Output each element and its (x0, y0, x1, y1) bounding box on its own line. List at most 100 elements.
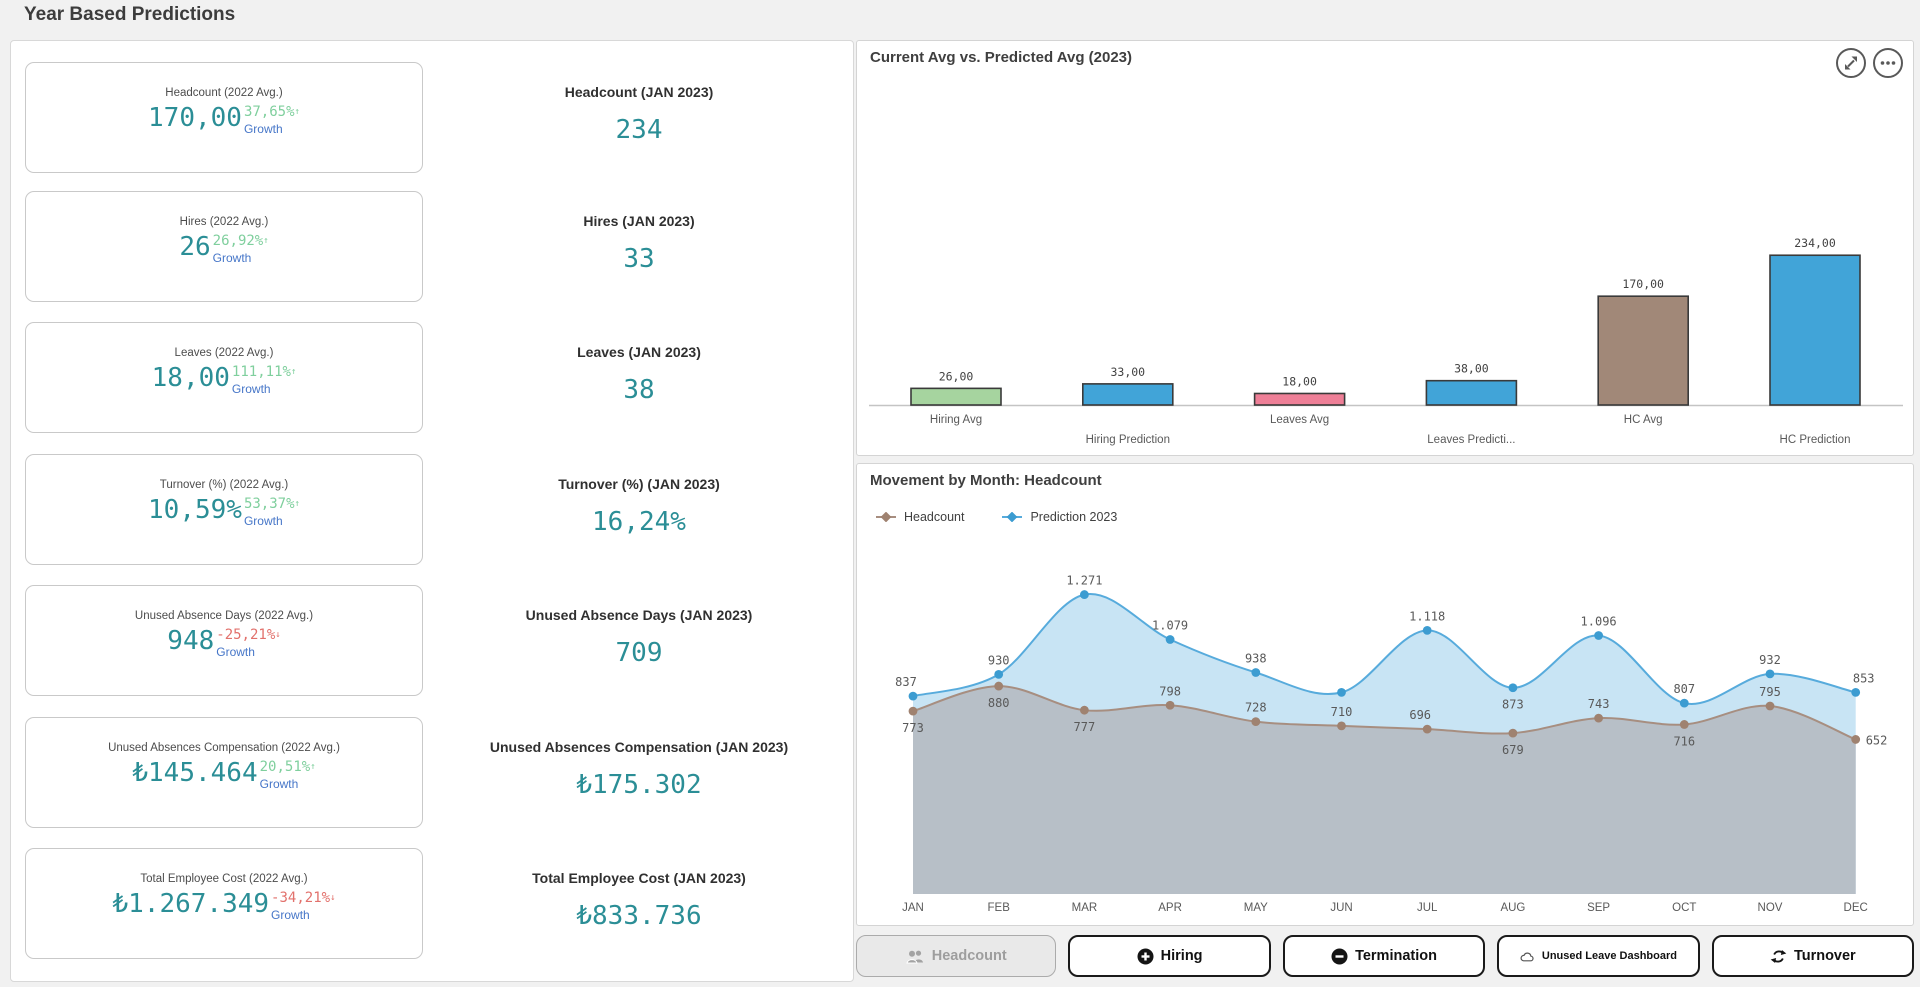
data-point[interactable] (1594, 631, 1603, 640)
data-point[interactable] (1765, 701, 1775, 711)
kpi-avg-label: Total Employee Cost (2022 Avg.) (140, 873, 308, 885)
data-point[interactable] (908, 706, 918, 716)
kpi-avg-label: Leaves (2022 Avg.) (174, 347, 274, 359)
data-point[interactable] (1508, 683, 1518, 693)
hiring-button[interactable]: Hiring (1068, 935, 1271, 977)
kpi-value-row: ₺1.267.349 -34,21%↓ Growth (26, 891, 422, 922)
kpi-growth-pct: 37,65%↑ (243, 104, 300, 120)
data-point[interactable] (908, 691, 918, 701)
data-point[interactable] (1422, 724, 1432, 734)
kpi-growth-pct: 20,51%↑ (259, 759, 316, 775)
kpi-card[interactable]: Turnover (%) (2022 Avg.) 10,59% 53,37%↑ … (25, 454, 423, 565)
data-point[interactable] (1679, 698, 1689, 708)
chart-label: FEB (988, 902, 1011, 914)
kpi-prediction[interactable]: Leaves (JAN 2023) 38 (435, 322, 843, 433)
data-point[interactable] (1165, 700, 1175, 710)
kpi-row: Total Employee Cost (2022 Avg.) ₺1.267.3… (11, 848, 853, 959)
kpi-prediction[interactable]: Headcount (JAN 2023) 234 (435, 62, 843, 173)
kpi-card[interactable]: Unused Absence Days (2022 Avg.) 948 -25,… (25, 585, 423, 696)
kpi-growth: -25,21%↓ Growth (216, 628, 280, 659)
data-point[interactable] (1422, 625, 1432, 635)
chart-label: 777 (1074, 720, 1096, 734)
kpi-pred-value: 38 (623, 375, 655, 405)
data-point[interactable] (1594, 713, 1603, 723)
kpi-pred-value: 234 (615, 115, 663, 145)
kpi-prediction[interactable]: Total Employee Cost (JAN 2023) ₺833.736 (435, 848, 843, 959)
area-chart[interactable]: 837 930 1.271 1.079 938 1.118 873 1.096 807 932 85… (857, 464, 1915, 927)
data-point[interactable] (1080, 705, 1089, 715)
data-point[interactable] (1337, 721, 1346, 731)
bar-hiring-avg[interactable] (910, 387, 1002, 406)
bar-leaves-predicti-[interactable] (1425, 379, 1518, 406)
chart-label: DEC (1844, 902, 1868, 914)
kpi-panel: Headcount (2022 Avg.) 170,00 37,65%↑ Gro… (10, 40, 854, 982)
kpi-prediction[interactable]: Hires (JAN 2023) 33 (435, 191, 843, 302)
bar-hc-avg[interactable] (1597, 295, 1690, 406)
kpi-prediction[interactable]: Unused Absence Days (JAN 2023) 709 (435, 585, 843, 696)
unused-leave-dashboard-button[interactable]: Unused Leave Dashboard (1497, 935, 1700, 977)
kpi-value-row: 170,00 37,65%↑ Growth (26, 105, 422, 136)
kpi-card[interactable]: Leaves (2022 Avg.) 18,00 111,11%↑ Growth (25, 322, 423, 433)
termination-button[interactable]: Termination (1282, 935, 1486, 977)
data-point[interactable] (1165, 635, 1175, 644)
kpi-pred-label: Unused Absence Days (JAN 2023) (525, 607, 753, 623)
data-point[interactable] (1851, 735, 1861, 744)
kpi-pred-value: 33 (623, 244, 655, 274)
chart-label: JUL (1417, 902, 1438, 914)
kpi-avg-value: 18,00 (151, 363, 230, 393)
kpi-card[interactable]: Unused Absences Compensation (2022 Avg.)… (25, 717, 423, 828)
kpi-growth-label: Growth (216, 645, 255, 659)
chart-label: OCT (1672, 902, 1696, 914)
turnover-button[interactable]: Turnover (1711, 935, 1915, 977)
chart-label: MAR (1072, 902, 1098, 914)
data-point[interactable] (1851, 687, 1861, 697)
growth-arrow-icon: ↓ (275, 630, 281, 640)
data-point[interactable] (1080, 590, 1089, 599)
chart-label: 853 (1853, 671, 1875, 685)
chart-label: 798 (1159, 684, 1181, 698)
footer-button-row: Headcount Hiring Termination Unused Leav… (856, 935, 1915, 977)
kpi-value-row: 18,00 111,11%↑ Growth (26, 365, 422, 396)
people-icon (906, 949, 925, 964)
kpi-avg-label: Headcount (2022 Avg.) (165, 87, 283, 99)
kpi-prediction[interactable]: Turnover (%) (JAN 2023) 16,24% (435, 454, 843, 565)
kpi-row: Unused Absences Compensation (2022 Avg.)… (11, 717, 853, 828)
cloud-icon (1520, 951, 1535, 962)
chart-label: JUN (1330, 902, 1352, 914)
kpi-avg-value: 10,59% (148, 495, 242, 525)
kpi-card[interactable]: Headcount (2022 Avg.) 170,00 37,65%↑ Gro… (25, 62, 423, 173)
data-point[interactable] (1765, 669, 1775, 679)
kpi-value-row: 948 -25,21%↓ Growth (26, 628, 422, 659)
data-point[interactable] (1679, 720, 1689, 729)
data-point[interactable] (1251, 668, 1261, 677)
bar-leaves-avg[interactable] (1253, 392, 1346, 406)
chart-label: 716 (1673, 734, 1695, 748)
data-point[interactable] (994, 669, 1004, 679)
chart-label: 873 (1502, 698, 1524, 712)
kpi-avg-value: 170,00 (148, 103, 242, 133)
kpi-growth-label: Growth (271, 908, 310, 922)
kpi-value-row: 26 26,92%↑ Growth (26, 234, 422, 265)
dashboard: Year Based Predictions Headcount (2022 A… (0, 0, 1920, 987)
growth-arrow-icon: ↑ (294, 107, 300, 117)
kpi-prediction[interactable]: Unused Absences Compensation (JAN 2023) … (435, 717, 843, 828)
kpi-avg-label: Hires (2022 Avg.) (179, 216, 269, 228)
kpi-card[interactable]: Hires (2022 Avg.) 26 26,92%↑ Growth (25, 191, 423, 302)
bar-hc-prediction[interactable] (1769, 254, 1861, 406)
kpi-avg-label: Turnover (%) (2022 Avg.) (159, 479, 289, 491)
chart-label: 1.271 (1066, 574, 1102, 588)
footer-button-label: Headcount (931, 948, 1007, 964)
data-point[interactable] (1337, 687, 1346, 697)
kpi-pred-label: Headcount (JAN 2023) (564, 84, 714, 100)
kpi-pred-value: ₺175.302 (576, 770, 702, 800)
data-point[interactable] (1251, 717, 1261, 727)
kpi-card[interactable]: Total Employee Cost (2022 Avg.) ₺1.267.3… (25, 848, 423, 959)
growth-arrow-icon: ↑ (290, 367, 297, 377)
chart-label: 1.118 (1409, 609, 1445, 623)
headcount-button[interactable]: Headcount (856, 935, 1057, 977)
data-point[interactable] (994, 681, 1004, 691)
data-point[interactable] (1508, 728, 1518, 738)
bar-hiring-prediction[interactable] (1082, 383, 1174, 406)
bar-chart[interactable]: 26,00 Hiring Avg 33,00 Hiring Prediction 18,… (857, 41, 1915, 457)
growth-arrow-icon: ↑ (263, 236, 269, 246)
